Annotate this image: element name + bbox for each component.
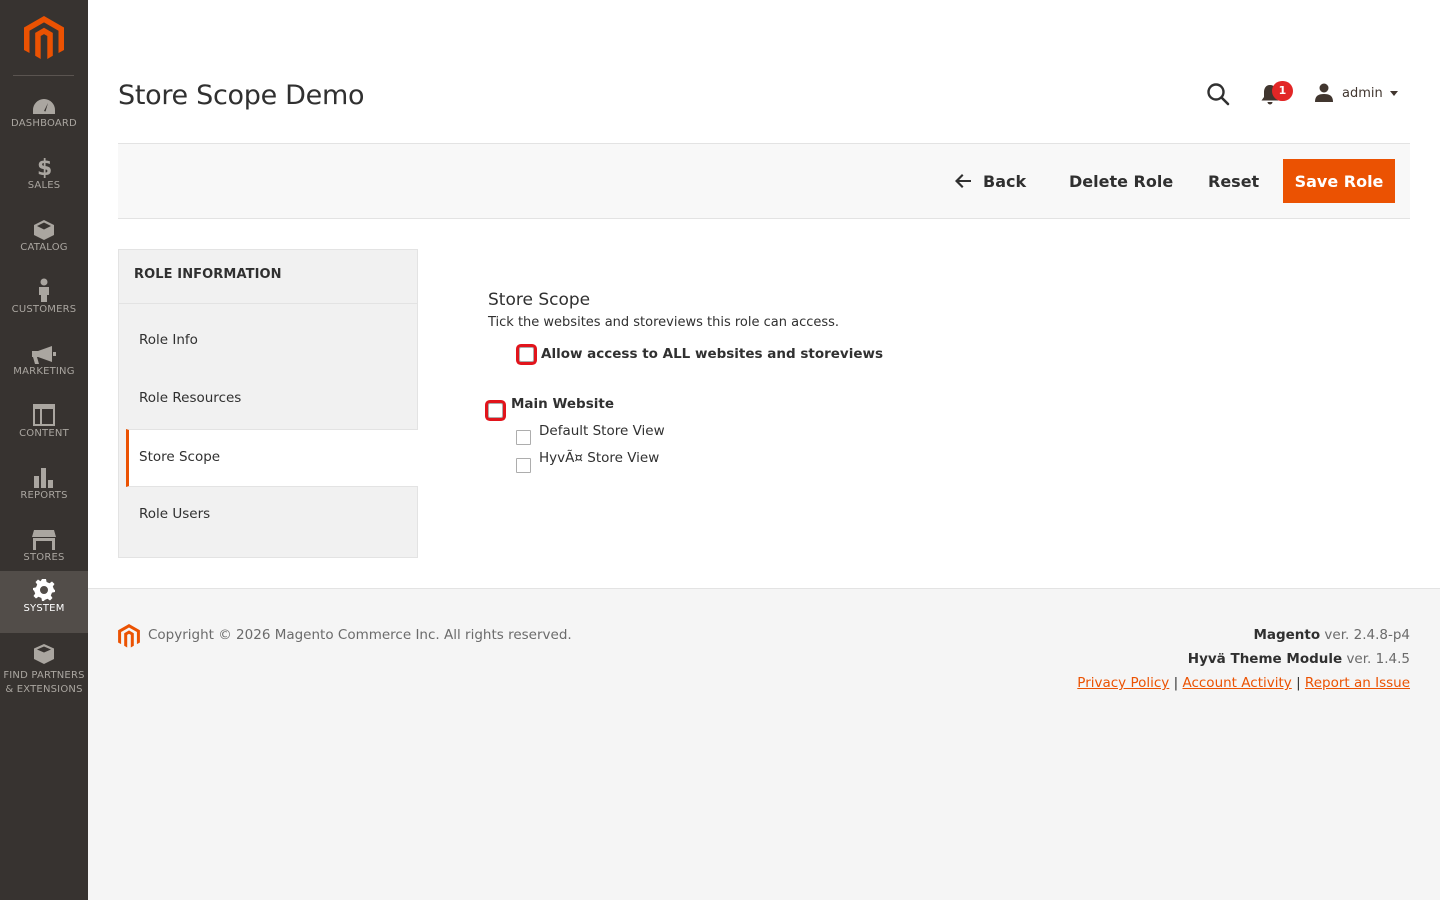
user-icon	[1315, 83, 1333, 102]
bar-chart-icon	[34, 468, 53, 488]
sidebar-label: SALES	[27, 180, 61, 191]
hyva-name: Hyvä Theme Module	[1187, 651, 1343, 667]
sidebar-item-find-partners[interactable]: FIND PARTNERS & EXTENSIONS	[0, 644, 88, 700]
delete-role-button[interactable]: Delete Role	[1069, 168, 1173, 194]
sidebar-item-dashboard[interactable]: DASHBOARD	[0, 86, 88, 148]
storefront-icon	[32, 530, 56, 550]
tabs-title: ROLE INFORMATION	[134, 267, 282, 282]
sidebar-label: REPORTS	[20, 490, 68, 501]
search-icon[interactable]	[1206, 82, 1230, 106]
sidebar-label: SYSTEM	[23, 603, 65, 614]
sidebar-label: CATALOG	[20, 242, 68, 253]
save-role-button[interactable]: Save Role	[1283, 159, 1395, 203]
arrow-left-icon	[955, 174, 971, 188]
back-button[interactable]: Back	[955, 168, 1026, 194]
tab-label: Store Scope	[139, 449, 221, 465]
account-activity-link[interactable]: Account Activity	[1182, 675, 1291, 691]
admin-sidebar: DASHBOARD $ SALES CATALOG CUSTOMERS MARK…	[0, 0, 88, 900]
sidebar-label: DASHBOARD	[11, 118, 77, 129]
sidebar-item-sales[interactable]: $ SALES	[0, 148, 88, 210]
sidebar-label: STORES	[23, 552, 65, 563]
reset-button[interactable]: Reset	[1208, 168, 1259, 194]
sidebar-label: MARKETING	[13, 366, 75, 377]
default-store-view-label[interactable]: Default Store View	[539, 423, 665, 439]
user-menu[interactable]: admin	[1314, 82, 1398, 104]
magento-version-number: ver. 2.4.8-p4	[1320, 627, 1410, 643]
box-icon	[34, 220, 54, 240]
page-actions-bar: Back Delete Role Reset Save Role	[118, 143, 1410, 219]
sidebar-item-catalog[interactable]: CATALOG	[0, 210, 88, 272]
sidebar-label: CUSTOMERS	[11, 304, 77, 315]
sidebar-item-system[interactable]: SYSTEM	[0, 571, 88, 633]
sidebar-label: & EXTENSIONS	[5, 684, 83, 695]
hyva-store-view-label[interactable]: HyvÃ¤ Store View	[539, 450, 659, 466]
sidebar-item-marketing[interactable]: MARKETING	[0, 334, 88, 396]
role-information-tabs: ROLE INFORMATION Role Info Role Resource…	[118, 249, 418, 558]
tab-role-resources[interactable]: Role Resources	[119, 371, 417, 429]
page-title: Store Scope Demo	[118, 80, 365, 111]
privacy-policy-link[interactable]: Privacy Policy	[1077, 675, 1169, 691]
tab-label: Role Info	[139, 332, 198, 348]
magento-logo-icon	[118, 624, 140, 648]
tabs-divider	[119, 303, 417, 304]
link-separator: |	[1296, 675, 1301, 691]
all-websites-checkbox[interactable]	[519, 347, 534, 362]
chevron-down-icon	[1389, 90, 1398, 96]
person-icon	[39, 278, 49, 302]
all-websites-label[interactable]: Allow access to ALL websites and storevi…	[541, 346, 883, 362]
section-title: Store Scope	[488, 290, 591, 310]
sidebar-label: FIND PARTNERS	[3, 670, 85, 681]
tab-label: Role Resources	[139, 390, 242, 406]
magento-name: Magento	[1253, 627, 1321, 643]
magento-version: Magento ver. 2.4.8-p4	[1253, 627, 1410, 643]
hyva-version: Hyvä Theme Module ver. 1.4.5	[1188, 651, 1410, 667]
hyva-version-number: ver. 1.4.5	[1342, 651, 1410, 667]
tab-role-users[interactable]: Role Users	[119, 487, 417, 545]
main-website-label[interactable]: Main Website	[511, 396, 614, 412]
page-footer: Copyright © 2026 Magento Commerce Inc. A…	[88, 588, 1440, 900]
sidebar-item-content[interactable]: CONTENT	[0, 396, 88, 458]
svg-text:$: $	[37, 156, 51, 178]
report-issue-link[interactable]: Report an Issue	[1305, 675, 1410, 691]
layout-icon	[33, 404, 55, 426]
user-name: admin	[1342, 85, 1383, 101]
section-description: Tick the websites and storeviews this ro…	[488, 315, 840, 330]
sidebar-item-customers[interactable]: CUSTOMERS	[0, 272, 88, 334]
sidebar-item-reports[interactable]: REPORTS	[0, 458, 88, 520]
back-button-label: Back	[983, 171, 1027, 191]
dashboard-icon	[33, 99, 55, 114]
notifications-count-badge[interactable]: 1	[1272, 81, 1293, 101]
copyright-text: Copyright © 2026 Magento Commerce Inc. A…	[148, 627, 572, 643]
tab-role-info[interactable]: Role Info	[119, 313, 417, 371]
gear-icon	[33, 579, 55, 601]
main-website-checkbox[interactable]	[488, 403, 503, 418]
link-separator: |	[1173, 675, 1179, 691]
megaphone-icon	[32, 346, 56, 364]
sidebar-divider	[13, 75, 74, 76]
tab-label: Role Users	[139, 506, 211, 522]
hyva-store-view-checkbox[interactable]	[516, 458, 531, 473]
footer-links: Privacy Policy | Account Activity | Repo…	[1077, 675, 1410, 691]
blocks-icon	[34, 644, 54, 664]
dollar-icon: $	[37, 156, 51, 178]
default-store-view-checkbox[interactable]	[516, 430, 531, 445]
magento-logo-icon[interactable]	[24, 16, 64, 60]
sidebar-label: CONTENT	[19, 428, 69, 439]
tab-store-scope[interactable]: Store Scope	[126, 429, 418, 487]
